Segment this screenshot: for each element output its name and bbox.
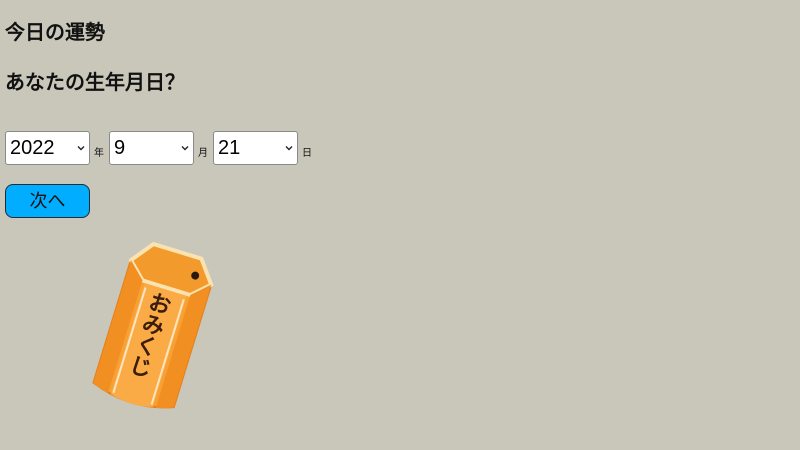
fortune-page: 今日の運勢 あなたの生年月日？ 2022 年 9 月 21 日 次へ おみくじ (5, 0, 795, 450)
next-button[interactable]: 次へ (5, 184, 90, 218)
birthdate-question: あなたの生年月日？ (5, 70, 185, 94)
birthdate-selector: 2022 年 9 月 21 日 (5, 130, 317, 166)
next-button-label: 次へ (29, 191, 66, 212)
day-select-value: 21 (218, 137, 241, 159)
chevron-down-icon (285, 146, 293, 151)
omikuji-box-icon: おみくじ (92, 242, 214, 409)
page-title: 今日の運勢 (5, 20, 105, 44)
chevron-down-icon (181, 146, 189, 151)
month-unit-label: 月 (198, 147, 208, 159)
year-select-value: 2022 (10, 137, 55, 159)
day-unit-label: 日 (302, 147, 312, 159)
month-select-value: 9 (114, 137, 126, 159)
year-select[interactable]: 2022 (5, 131, 90, 165)
chevron-down-icon (77, 146, 85, 151)
month-select[interactable]: 9 (109, 131, 194, 165)
year-unit-label: 年 (94, 147, 104, 159)
day-select[interactable]: 21 (213, 131, 298, 165)
